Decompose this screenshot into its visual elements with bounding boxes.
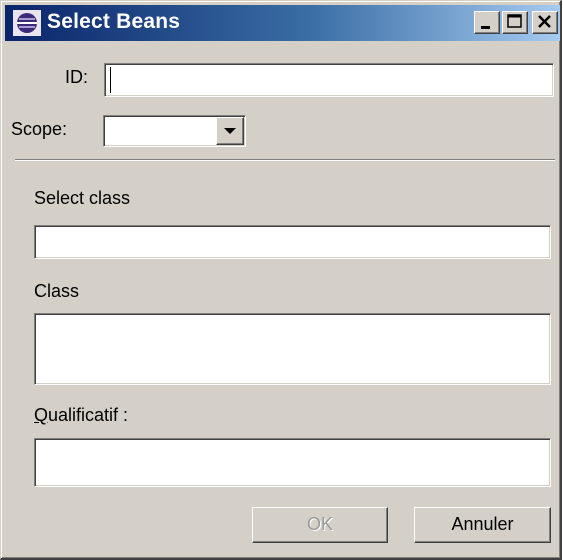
- minimize-button[interactable]: [474, 11, 500, 34]
- separator: [15, 159, 555, 161]
- window-title: Select Beans: [47, 10, 181, 33]
- chevron-down-icon: [224, 128, 236, 134]
- qualifier-input[interactable]: [34, 438, 551, 487]
- id-label: ID:: [65, 67, 89, 87]
- ok-button[interactable]: OK: [252, 507, 388, 543]
- select-class-label: Select class: [34, 188, 131, 208]
- text-caret: [110, 67, 111, 93]
- close-button[interactable]: [532, 11, 558, 34]
- scope-select-value: [105, 117, 215, 145]
- minimize-icon: [481, 26, 490, 29]
- class-label: Class: [34, 281, 80, 301]
- dialog-window: Select Beans ID: Scope: Select class Cla…: [0, 0, 562, 560]
- class-list[interactable]: [34, 313, 551, 385]
- eclipse-app-icon: [13, 10, 41, 36]
- qualifier-label: Qualificatif :: [34, 405, 129, 425]
- select-class-input[interactable]: [34, 225, 551, 259]
- scope-label: Scope:: [11, 119, 68, 139]
- title-bar[interactable]: Select Beans: [5, 5, 560, 41]
- close-icon: [538, 15, 551, 28]
- maximize-icon: [507, 14, 522, 28]
- cancel-button[interactable]: Annuler: [414, 507, 551, 543]
- maximize-button[interactable]: [502, 11, 528, 34]
- id-input[interactable]: [104, 63, 554, 97]
- scope-dropdown-button[interactable]: [216, 117, 244, 145]
